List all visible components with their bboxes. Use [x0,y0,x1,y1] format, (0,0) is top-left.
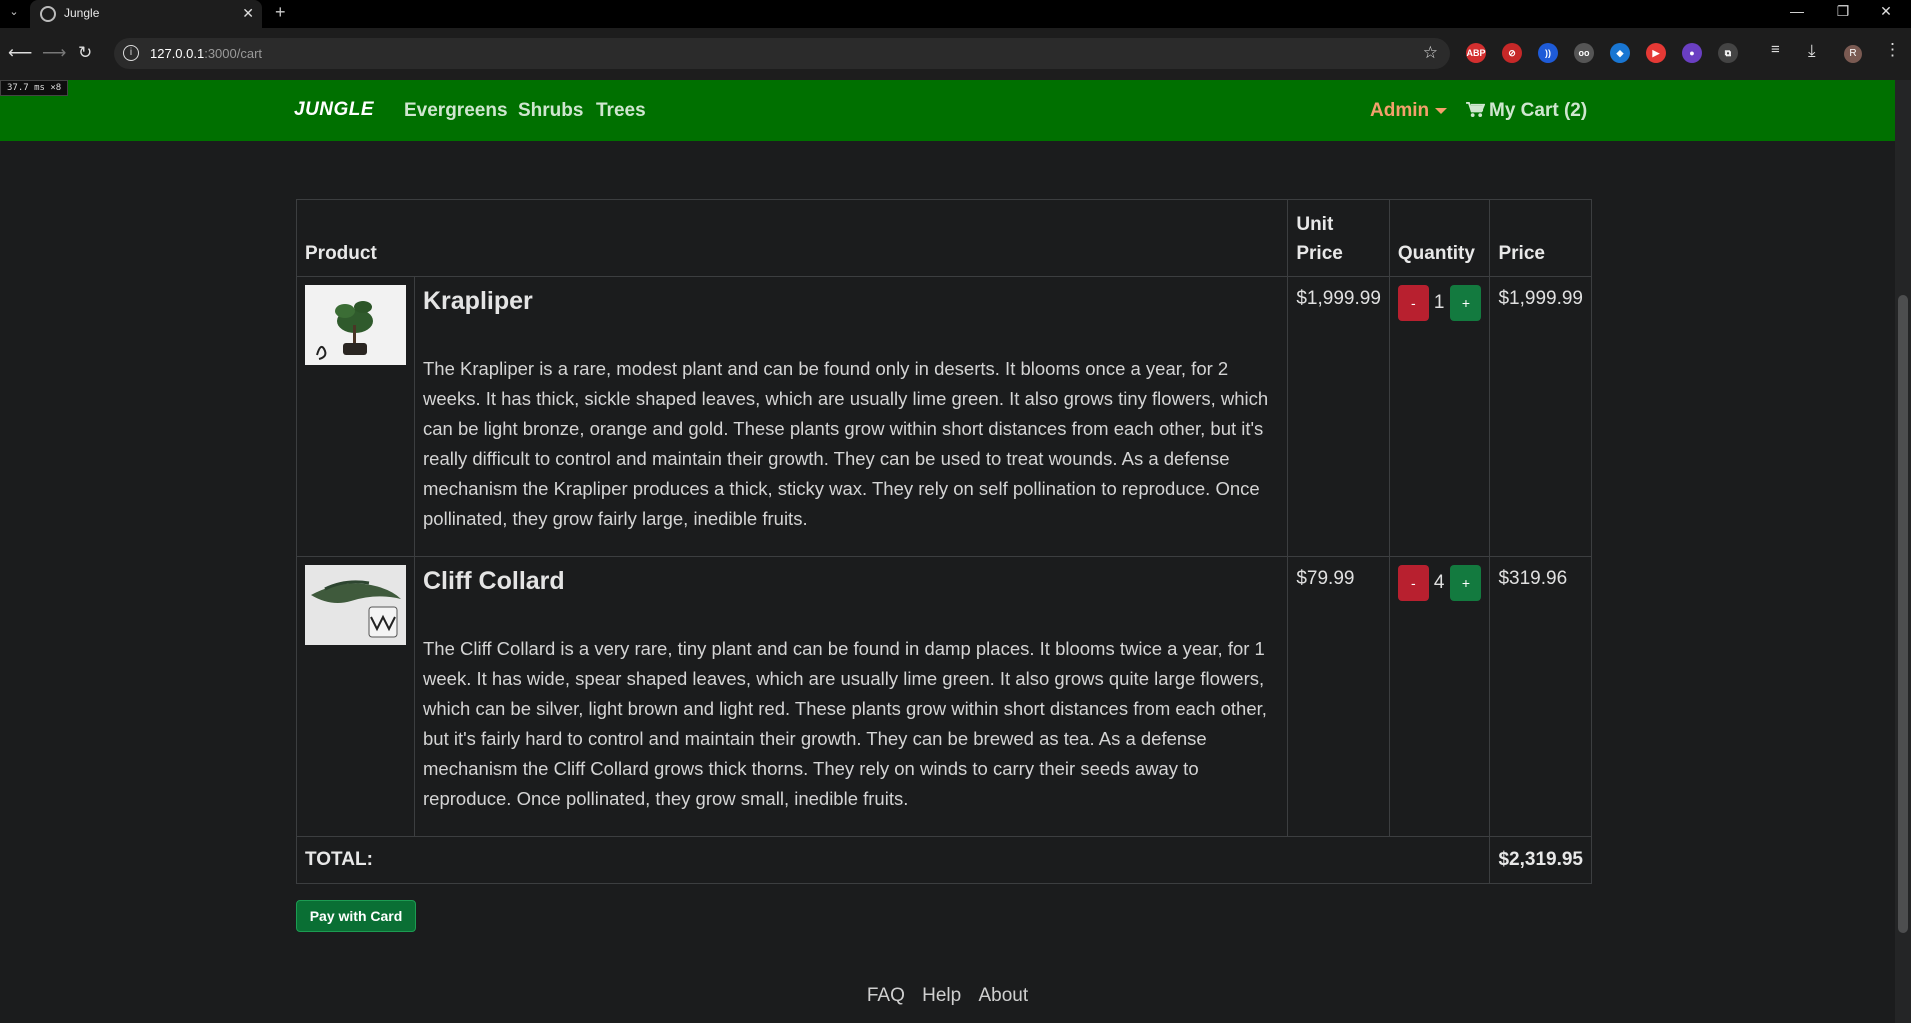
site-info-icon[interactable]: i [123,45,139,61]
forward-icon[interactable]: ⟶ [42,43,66,63]
table-row: Krapliper The Krapliper is a rare, modes… [296,276,1592,557]
page-scrollbar[interactable] [1895,80,1911,1023]
caret-down-icon [1435,107,1448,114]
total-label: TOTAL: [295,836,1491,884]
product-image-cell [296,276,415,557]
unit-price: $79.99 [1287,556,1390,837]
my-cart-link[interactable]: My Cart (2) [1466,100,1587,122]
table-row: Cliff Collard The Cliff Collard is a ver… [296,556,1592,837]
color-ext-icon[interactable]: ● [1682,43,1702,63]
table-header-row: Product Unit Price Quantity Price [295,199,1592,277]
header-unit-price: Unit Price [1287,199,1390,277]
admin-dropdown[interactable]: Admin [1370,100,1448,122]
site-navbar: JUNGLE Evergreens Shrubs Trees Admin My … [0,80,1895,141]
close-tab-icon[interactable]: ✕ [242,5,254,22]
product-image-cell [296,556,415,837]
nav-link-evergreens[interactable]: Evergreens [404,100,508,122]
quantity-stepper: -4 + [1388,556,1491,837]
cart-table: Product Unit Price Quantity Price Krapli… [295,199,1592,884]
browser-menu-icon[interactable]: ⋮ [1884,40,1901,60]
video-ext-icon[interactable]: ▶ [1646,43,1666,63]
quantity-value: 4 [1433,572,1445,593]
total-value: $2,319.95 [1489,836,1592,884]
address-bar[interactable]: i 127.0.0.1:3000/cart ☆ [114,38,1450,69]
profile-avatar[interactable]: R [1844,45,1862,63]
reload-icon[interactable]: ↻ [78,43,92,63]
product-description: The Cliff Collard is a very rare, tiny p… [423,638,1267,809]
footer-link-help[interactable]: Help [922,985,961,1006]
line-price: $1,999.99 [1489,276,1592,557]
footer-links: FAQ Help About [0,985,1895,1007]
perf-badge: 37.7 ms ×8 [0,80,69,96]
header-product: Product [295,199,1289,277]
scrollbar-thumb[interactable] [1898,295,1908,933]
product-description: The Krapliper is a rare, modest plant an… [423,358,1269,529]
unit-price: $1,999.99 [1287,276,1390,557]
cart-label: My Cart (2) [1489,100,1588,121]
admin-label: Admin [1370,100,1430,121]
glasses-ext-icon[interactable]: oo [1574,43,1594,63]
back-icon[interactable]: ⟵ [8,43,32,63]
total-row: TOTAL: $2,319.95 [295,836,1592,884]
line-price: $319.96 [1489,556,1592,837]
quantity-stepper: -1 + [1388,276,1491,557]
browser-toolbar: ⟵ ⟶ ↻ i 127.0.0.1:3000/cart ☆ ABP ⊘)) oo ◆ ▶… [0,28,1911,80]
product-image-cliff-collard [305,565,406,645]
decrease-quantity-button[interactable]: - [1397,565,1429,601]
download-icon[interactable]: ⤓ [1808,41,1816,61]
browser-tab-strip: ⌄ Jungle ✕ + — ❐ ✕ [0,0,1911,28]
product-name[interactable]: Krapliper [423,287,1279,316]
product-info-cell: Krapliper The Krapliper is a rare, modes… [413,276,1289,557]
product-info-cell: Cliff Collard The Cliff Collard is a ver… [413,556,1289,837]
nav-link-trees[interactable]: Trees [596,100,646,122]
window-close-icon[interactable]: ✕ [1866,3,1906,20]
header-quantity: Quantity [1388,199,1491,277]
tab-search-icon[interactable]: ⌄ [6,5,22,21]
nav-link-shrubs[interactable]: Shrubs [518,100,583,122]
globe-icon [40,6,56,22]
minimize-icon[interactable]: — [1777,3,1817,19]
url-text[interactable]: 127.0.0.1:3000/cart [150,46,262,61]
tab-title: Jungle [64,6,100,20]
product-image-krapliper [305,285,406,365]
product-name[interactable]: Cliff Collard [423,567,1279,596]
shopping-cart-icon [1466,102,1485,118]
browser-tab[interactable]: Jungle ✕ [30,0,262,28]
restore-icon[interactable]: ❐ [1823,3,1863,20]
page-viewport: 37.7 ms ×8 JUNGLE Evergreens Shrubs Tree… [0,80,1911,1023]
increase-quantity-button[interactable]: + [1450,565,1482,601]
new-tab-icon[interactable]: + [275,2,286,23]
brand-logo[interactable]: JUNGLE [294,99,374,121]
blocker-icon[interactable]: ⊘ [1502,43,1522,63]
shield-ext-icon[interactable]: ◆ [1610,43,1630,63]
footer-link-about[interactable]: About [979,985,1029,1006]
footer-link-faq[interactable]: FAQ [867,985,905,1006]
quantity-value: 1 [1433,292,1445,313]
header-price: Price [1489,199,1592,277]
media-queue-icon[interactable]: ≡ [1771,41,1780,58]
increase-quantity-button[interactable]: + [1450,285,1482,321]
adblock-icon[interactable]: ABP [1466,43,1486,63]
pay-with-card-button[interactable]: Pay with Card [296,900,416,932]
decrease-quantity-button[interactable]: - [1397,285,1429,321]
puzzle-icon[interactable]: ⧉ [1718,43,1738,63]
bookmark-star-icon[interactable]: ☆ [1423,43,1438,63]
wifi-ext-icon[interactable]: )) [1538,43,1558,63]
